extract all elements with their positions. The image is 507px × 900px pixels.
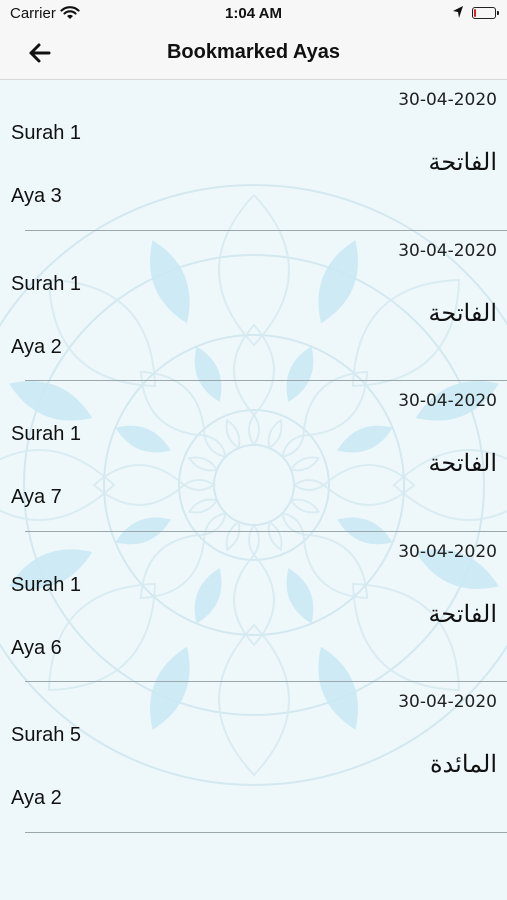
bookmark-row[interactable]: 30-04-2020 Surah 1 الفاتحة Aya 2: [0, 231, 507, 381]
status-bar: Carrier 1:04 AM: [0, 0, 507, 28]
aya-number: Aya 2: [11, 335, 62, 358]
bookmark-date: 30-04-2020: [398, 692, 497, 712]
bookmark-row[interactable]: 30-04-2020 Surah 5 المائدة Aya 2: [0, 682, 507, 833]
bookmark-date: 30-04-2020: [398, 240, 497, 261]
aya-number: Aya 6: [11, 636, 62, 659]
surah-number: Surah 1: [11, 122, 82, 144]
surah-name-arabic: الفاتحة: [428, 449, 497, 477]
bookmark-row[interactable]: 30-04-2020 Surah 1 الفاتحة Aya 6: [0, 532, 507, 682]
surah-name-arabic: الفاتحة: [428, 599, 497, 628]
bookmark-list: 30-04-2020 Surah 1 الفاتحة Aya 3 30-04-2…: [0, 80, 507, 833]
battery-level: [474, 9, 476, 17]
surah-number: Surah 5: [11, 724, 82, 746]
surah-name-arabic: المائدة: [429, 750, 497, 778]
aya-number: Aya 2: [11, 787, 62, 809]
surah-number: Surah 1: [11, 573, 82, 596]
surah-name-arabic: الفاتحة: [428, 148, 497, 176]
surah-number: Surah 1: [11, 423, 82, 445]
page-title: Bookmarked Ayas: [166, 41, 341, 63]
bookmark-row[interactable]: 30-04-2020 Surah 1 الفاتحة Aya 3: [0, 80, 507, 231]
bookmark-date: 30-04-2020: [398, 90, 497, 110]
bookmark-date: 30-04-2020: [398, 541, 497, 562]
aya-number: Aya 7: [11, 486, 62, 508]
status-time: 1:04 AM: [225, 5, 282, 22]
aya-number: Aya 3: [11, 185, 62, 207]
battery-icon: [472, 7, 499, 19]
bookmark-date: 30-04-2020: [398, 391, 497, 411]
navigation-bar: Bookmarked Ayas: [0, 28, 507, 80]
location-arrow-icon: [453, 6, 463, 18]
surah-number: Surah 1: [11, 272, 82, 295]
surah-name-arabic: الفاتحة: [428, 298, 497, 327]
bookmark-row[interactable]: 30-04-2020 Surah 1 الفاتحة Aya 7: [0, 381, 507, 532]
row-separator: [25, 831, 507, 833]
